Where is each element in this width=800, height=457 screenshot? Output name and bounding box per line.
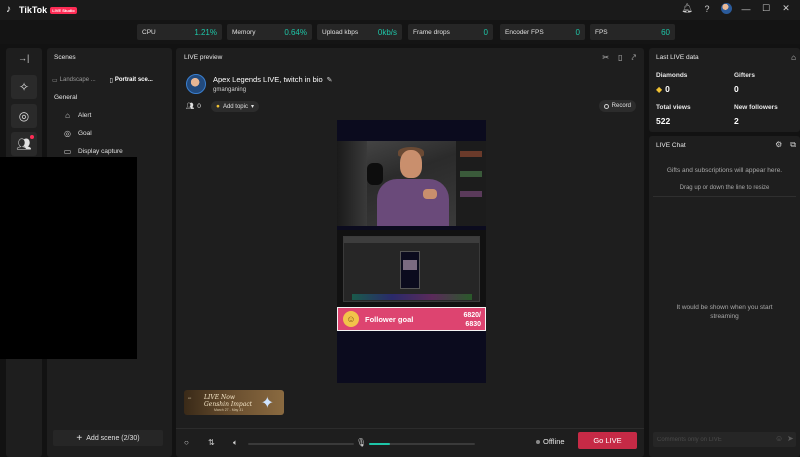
chat-title: LIVE Chat — [656, 142, 686, 149]
live-studio-badge: LIVE Studio — [50, 6, 77, 14]
last-live-panel: Last LIVE data ⌂ Diamonds ◆ 0 Gifters 0 T… — [649, 48, 800, 132]
close-icon[interactable]: ✕ — [780, 3, 792, 14]
help-icon[interactable]: ? — [701, 4, 713, 14]
viewer-count: 👥︎ 0 — [186, 102, 201, 111]
plus-icon: + — [76, 432, 83, 444]
record-button[interactable]: Record — [598, 100, 636, 112]
title-bar: ♪ TikTok LIVE Studio 🔔︎ ? — ☐ ✕ — [0, 0, 800, 20]
portrait-icon: ▯ — [109, 77, 113, 84]
volume-slider[interactable] — [248, 443, 354, 445]
viewers-icon: 👥︎ — [186, 103, 195, 110]
tab-landscape[interactable]: ▭ Landscape ... — [52, 74, 110, 86]
scenes-title: Scenes — [54, 54, 76, 61]
chevron-down-icon: ▾ — [250, 104, 254, 110]
stats-bar: CPU 1.21% Memory 0.64% Upload kbps 0kb/s… — [0, 20, 800, 44]
source-alert[interactable]: ⌂ Alert — [63, 111, 91, 120]
live-preview-panel: LIVE preview ✂ ▯ ⤤ Apex Legends LIVE, tw… — [176, 48, 644, 457]
app-name: TikTok — [19, 5, 48, 15]
stat-upload: Upload kbps 0kb/s — [317, 24, 402, 40]
collapse-icon[interactable]: →| — [18, 53, 29, 63]
stat-memory: Memory 0.64% — [227, 24, 312, 40]
follower-goal-widget: ☺ Follower goal 6820/ 6830 — [337, 307, 486, 331]
edit-icon[interactable]: ✎ — [327, 76, 333, 84]
metric-new-followers: New followers 2 — [734, 104, 778, 126]
status-dot — [536, 439, 540, 444]
preview-controls: ○ ⇅ 🔈︎ 🎙︎ Offline Go LIVE — [176, 428, 644, 457]
tab-portrait[interactable]: ▯ Portrait sce... — [110, 74, 168, 86]
live-chat-panel: LIVE Chat ⚙ ⧉ Gifts and subscriptions wi… — [649, 136, 800, 457]
stream-title: Apex Legends LIVE, twitch in bio ✎ — [213, 75, 333, 84]
last-live-title: Last LIVE data — [656, 54, 699, 61]
stat-encoder-fps: Encoder FPS 0 — [500, 24, 585, 40]
effects-icon[interactable]: ✧ — [11, 75, 37, 99]
pin-icon[interactable]: ⤤ — [631, 53, 636, 63]
metric-gifters: Gifters 0 — [734, 72, 755, 94]
landscape-icon: ▭ — [52, 77, 58, 84]
mic-level-slider[interactable] — [369, 443, 475, 445]
promo-banner[interactable]: ▪▪▪ LIVE Now Genshin Impact March 27 - M… — [184, 390, 284, 415]
scene-group-label: General — [54, 94, 78, 101]
popout-icon[interactable]: ⧉ — [790, 140, 796, 150]
goal-value: 6820/ 6830 — [463, 312, 481, 328]
display-capture-feed — [337, 230, 486, 310]
display-icon: ▭ — [63, 147, 72, 156]
goal-label: Follower goal — [365, 314, 414, 324]
add-scene-button[interactable]: + Add scene (2/30) — [53, 430, 163, 446]
go-live-button[interactable]: Go LIVE — [578, 432, 637, 449]
tiktok-icon: ♪ — [6, 4, 11, 15]
app-logo: ♪ TikTok LIVE Studio — [6, 5, 77, 15]
stream-canvas[interactable]: ☺ Follower goal 6820/ 6830 — [337, 120, 486, 383]
metric-diamonds: Diamonds ◆ 0 — [656, 72, 688, 94]
resize-handle[interactable] — [653, 196, 796, 197]
banner-logo-text: ▪▪▪ — [188, 396, 192, 400]
chat-empty-note: It would be shown when you start streami… — [676, 304, 773, 320]
stat-fps: FPS 60 — [590, 24, 675, 40]
stat-frame-drops: Frame drops 0 — [408, 24, 493, 40]
banner-title: LIVE Now Genshin Impact — [204, 394, 253, 408]
users-icon[interactable]: 👥︎ — [11, 132, 37, 156]
alert-icon: ⌂ — [65, 111, 70, 120]
target-icon[interactable]: ◎ — [11, 104, 37, 128]
preview-title: LIVE preview — [184, 54, 223, 61]
source-goal[interactable]: ◎ Goal — [63, 129, 92, 138]
bell-icon[interactable]: 🔔︎ — [681, 3, 693, 14]
gear-icon[interactable]: ⚙ — [775, 140, 782, 150]
metric-total-views: Total views 522 — [656, 104, 691, 126]
camera-feed — [337, 141, 486, 226]
mic-level-fill — [369, 443, 391, 445]
scissors-icon[interactable]: ✂ — [602, 53, 609, 63]
resize-note: Drag up or down the line to resize — [679, 185, 770, 191]
settings-circle-icon[interactable]: ○ — [184, 438, 189, 447]
home-icon[interactable]: ⌂ — [791, 53, 796, 62]
diamond-icon: ◆ — [656, 84, 663, 94]
emoji-icon[interactable]: ☺ — [775, 434, 783, 443]
gifts-note: Gifts and subscriptions will appear here… — [666, 167, 783, 174]
scene-tabs: ▭ Landscape ... ▯ Portrait sce... — [52, 74, 167, 86]
stream-status: Offline — [536, 437, 565, 446]
source-display-capture[interactable]: ▭ Display capture — [63, 147, 123, 156]
star-icon: ✦ — [260, 395, 274, 412]
microphone-prop — [367, 163, 383, 185]
notification-dot — [30, 135, 34, 139]
sliders-icon[interactable]: ⇅ — [208, 438, 215, 447]
stat-cpu: CPU 1.21% — [137, 24, 222, 40]
user-avatar[interactable] — [721, 3, 732, 14]
host-avatar[interactable] — [186, 74, 206, 94]
lightbulb-icon: ● — [216, 103, 220, 110]
chat-input[interactable] — [657, 435, 767, 444]
phone-icon[interactable]: ▯ — [618, 53, 622, 63]
send-icon[interactable]: ➤ — [787, 434, 794, 443]
speaker-icon[interactable]: 🔈︎ — [233, 438, 238, 448]
record-icon — [603, 103, 609, 109]
goal-medal-icon: ☺ — [343, 311, 359, 327]
banner-dates: March 27 - May 31 — [214, 408, 244, 412]
add-topic-button[interactable]: ● Add topic ▾ — [211, 101, 259, 112]
minimize-icon[interactable]: — — [740, 4, 752, 14]
host-username: gmanganing — [213, 87, 247, 93]
chat-input-box: ☺ ➤ — [653, 432, 796, 447]
microphone-icon[interactable]: 🎙︎ — [356, 438, 366, 447]
redacted-area — [0, 157, 137, 359]
maximize-icon[interactable]: ☐ — [760, 3, 772, 14]
goal-icon: ◎ — [64, 129, 71, 138]
